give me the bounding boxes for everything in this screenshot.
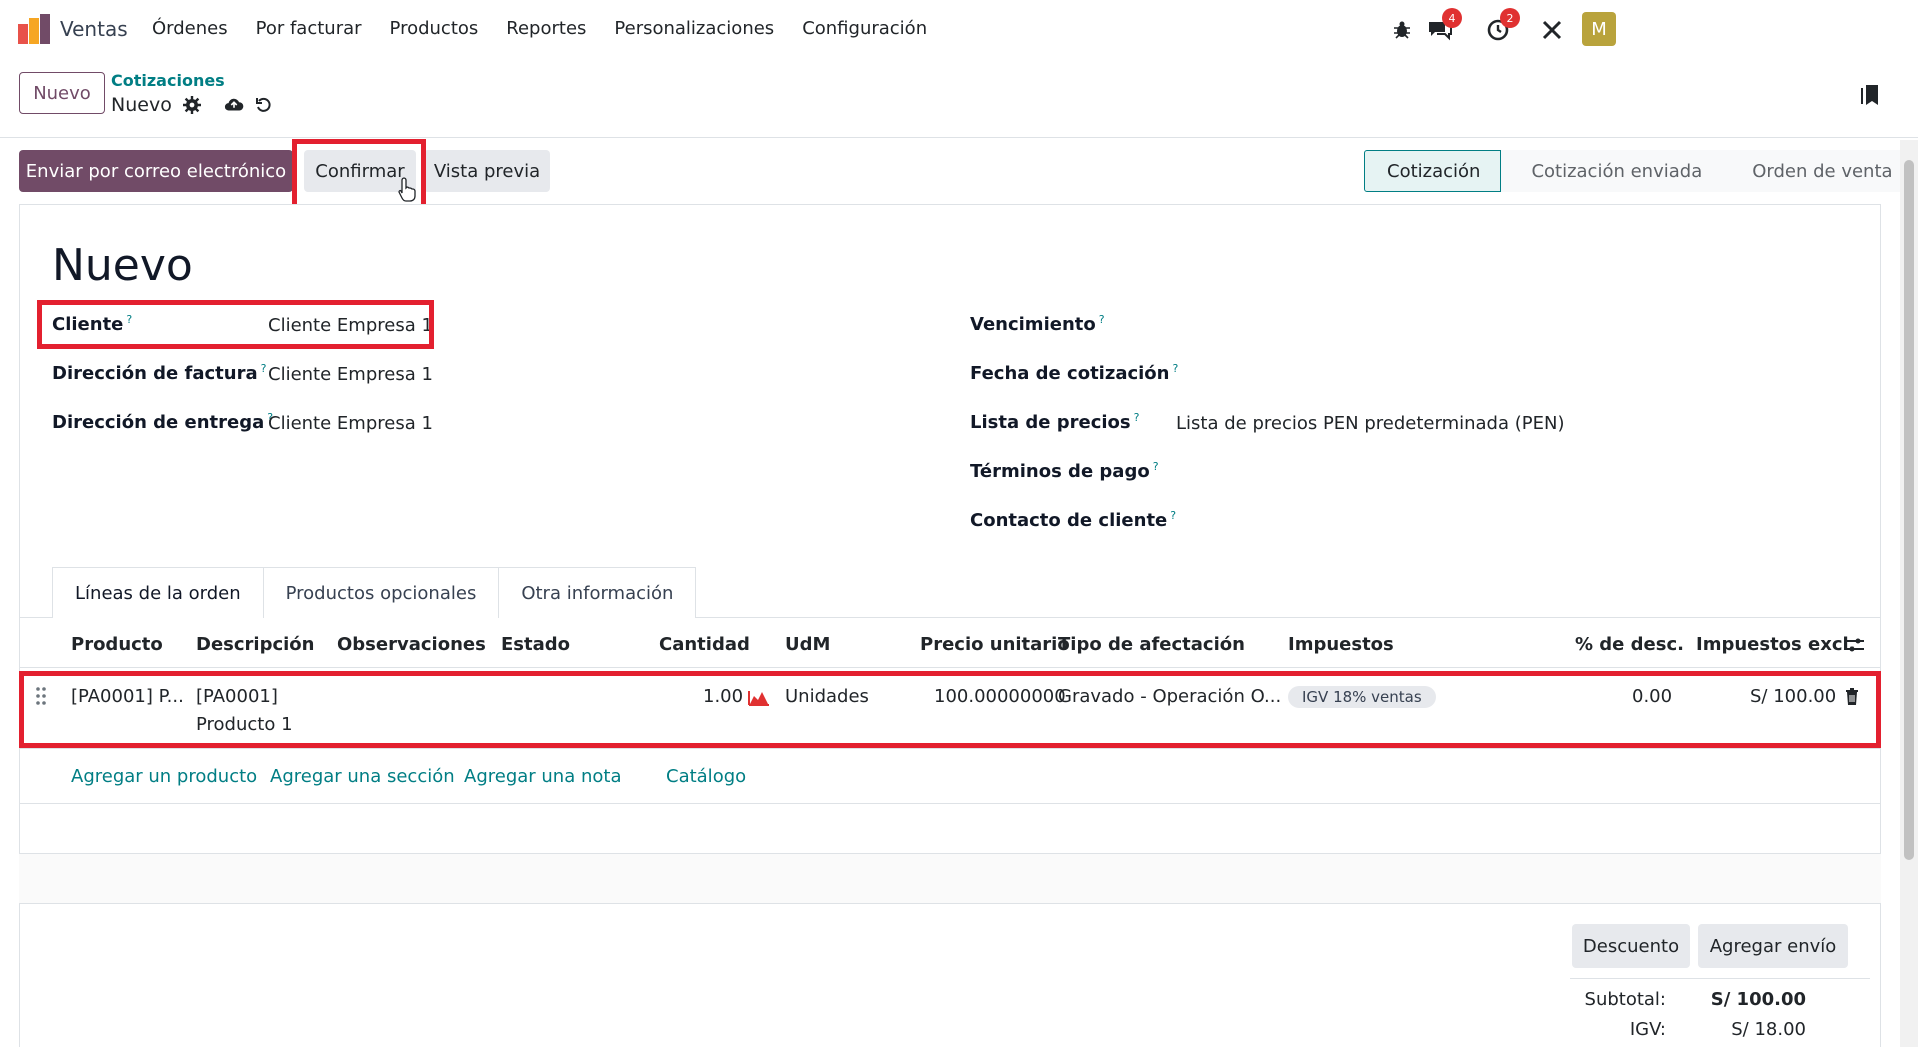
menu-personalizaciones[interactable]: Personalizaciones (614, 18, 774, 39)
user-avatar[interactable]: M (1582, 12, 1616, 46)
menu-reportes[interactable]: Reportes (506, 18, 586, 39)
field-payment-terms[interactable]: Términos de pago? (970, 460, 1159, 482)
igv-row: IGV: S/ 18.00 (1570, 1009, 1870, 1040)
status-quotation-sent[interactable]: Cotización enviada (1501, 150, 1723, 192)
col-description[interactable]: Descripción (196, 634, 315, 655)
debug-bug-icon[interactable] (1386, 14, 1418, 46)
igv-value: S/ 18.00 (1731, 1019, 1806, 1040)
field-label: Vencimiento? (970, 313, 1105, 335)
notebook-tabs: Líneas de la orden Productos opcionales … (52, 567, 697, 618)
add-product-link[interactable]: Agregar un producto (71, 766, 257, 787)
col-uom[interactable]: UdM (785, 634, 830, 655)
discard-undo-icon[interactable] (254, 95, 274, 115)
igv-label: IGV: (1629, 1019, 1666, 1040)
col-observations[interactable]: Observaciones (337, 634, 486, 655)
breadcrumb-current: Nuevo (111, 94, 274, 116)
empty-row (19, 854, 1881, 904)
col-product[interactable]: Producto (71, 634, 163, 655)
top-navbar: Ventas Órdenes Por facturar Productos Re… (0, 0, 1918, 58)
main-menu: Órdenes Por facturar Productos Reportes … (152, 18, 927, 39)
send-email-button[interactable]: Enviar por correo electrónico (19, 150, 293, 192)
save-cloud-icon[interactable] (224, 95, 244, 115)
tab-other-info[interactable]: Otra información (498, 567, 697, 618)
column-settings-icon[interactable] (1845, 636, 1865, 659)
field-delivery-address[interactable]: Dirección de entrega? Cliente Empresa 1 (52, 411, 433, 434)
tools-icon[interactable] (1536, 14, 1568, 46)
breadcrumb-parent[interactable]: Cotizaciones (111, 71, 225, 90)
invoice-address-value[interactable]: Cliente Empresa 1 (268, 364, 433, 385)
status-bar: Cotización Cotización enviada Orden de v… (1364, 150, 1913, 192)
messages-icon[interactable]: 4 (1424, 8, 1462, 46)
col-taxes[interactable]: Impuestos (1288, 634, 1394, 655)
empty-row (19, 804, 1881, 854)
field-label: Dirección de entrega? (52, 411, 274, 433)
highlight-order-line (19, 671, 1881, 748)
delivery-address-value[interactable]: Cliente Empresa 1 (268, 413, 433, 434)
activities-badge: 2 (1500, 8, 1520, 28)
field-customer-contact[interactable]: Contacto de cliente? (970, 509, 1176, 531)
record-title: Nuevo (52, 240, 193, 291)
col-quantity[interactable]: Cantidad (659, 634, 750, 655)
menu-ordenes[interactable]: Órdenes (152, 18, 228, 39)
menu-configuracion[interactable]: Configuración (802, 18, 927, 39)
catalog-link[interactable]: Catálogo (666, 766, 746, 787)
subtotal-label: Subtotal: (1584, 989, 1666, 1010)
add-line-links: Agregar un producto Agregar una sección … (19, 748, 1881, 804)
knowledge-bookmark-icon[interactable] (1860, 84, 1880, 111)
add-shipping-button[interactable]: Agregar envío (1698, 924, 1848, 968)
tab-order-lines[interactable]: Líneas de la orden (52, 567, 264, 618)
preview-button[interactable]: Vista previa (424, 150, 550, 192)
col-affectation-type[interactable]: Tipo de afectación (1058, 634, 1245, 655)
mouse-pointer-hand-icon (398, 177, 416, 202)
messages-badge: 4 (1442, 8, 1462, 28)
field-expiration[interactable]: Vencimiento? (970, 313, 1105, 335)
field-label: Contacto de cliente? (970, 509, 1177, 531)
col-discount[interactable]: % de desc. (1575, 634, 1684, 655)
sales-app-icon[interactable] (18, 14, 50, 44)
menu-por-facturar[interactable]: Por facturar (256, 18, 362, 39)
totals-panel: Subtotal: S/ 100.00 IGV: S/ 18.00 (1570, 978, 1870, 1040)
col-state[interactable]: Estado (501, 634, 570, 655)
field-label: Términos de pago? (970, 460, 1159, 482)
tab-optional-products[interactable]: Productos opcionales (262, 567, 500, 618)
field-pricelist[interactable]: Lista de precios? Lista de precios PEN p… (970, 411, 1564, 434)
col-unit-price[interactable]: Precio unitario (920, 634, 1070, 655)
scrollbar-thumb[interactable] (1904, 160, 1914, 860)
control-panel: Nuevo Cotizaciones Nuevo (0, 58, 1918, 138)
discount-button[interactable]: Descuento (1572, 924, 1690, 968)
new-button[interactable]: Nuevo (19, 72, 105, 114)
col-tax-excluded[interactable]: Impuestos excl. (1696, 634, 1856, 655)
highlight-customer (37, 300, 434, 349)
app-name[interactable]: Ventas (60, 17, 128, 41)
add-note-link[interactable]: Agregar una nota (464, 766, 621, 787)
add-section-link[interactable]: Agregar una sección (270, 766, 455, 787)
status-quotation[interactable]: Cotización (1364, 150, 1502, 192)
activities-clock-icon[interactable]: 2 (1482, 8, 1520, 46)
menu-productos[interactable]: Productos (390, 18, 479, 39)
status-sale-order[interactable]: Orden de venta (1722, 150, 1913, 192)
subtotal-row: Subtotal: S/ 100.00 (1570, 979, 1870, 1010)
pricelist-value[interactable]: Lista de precios PEN predeterminada (PEN… (1176, 413, 1564, 434)
field-quotation-date[interactable]: Fecha de cotización? (970, 362, 1178, 384)
field-label: Dirección de factura? (52, 362, 267, 384)
field-label: Fecha de cotización? (970, 362, 1179, 384)
table-header: Producto Descripción Observaciones Estad… (19, 626, 1881, 668)
subtotal-value: S/ 100.00 (1710, 989, 1806, 1010)
field-label: Lista de precios? (970, 411, 1140, 433)
field-invoice-address[interactable]: Dirección de factura? Cliente Empresa 1 (52, 362, 433, 385)
gear-icon[interactable] (182, 95, 202, 115)
breadcrumb-current-label: Nuevo (111, 94, 172, 116)
